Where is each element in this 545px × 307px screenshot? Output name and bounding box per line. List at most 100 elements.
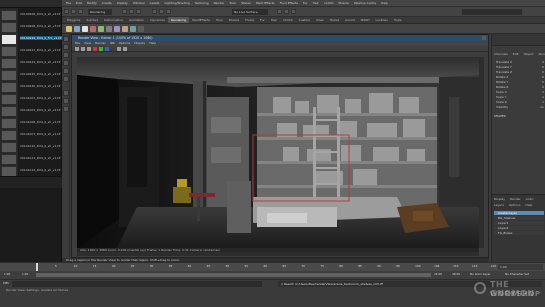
file-list-item[interactable]: 20140930_D04_0_sh_v1.tif: [20, 84, 62, 88]
render-region-icon[interactable]: [81, 47, 85, 51]
render-layer-row[interactable]: masterLayer: [494, 211, 544, 215]
channel-row[interactable]: Scale Z 1: [496, 100, 544, 104]
channel-box-tab[interactable]: Object: [524, 52, 534, 56]
channel-value[interactable]: on: [540, 105, 544, 109]
spot-light-icon[interactable]: [74, 26, 80, 32]
shelf-tab[interactable]: MASH: [358, 17, 373, 23]
menu-item[interactable]: Hair: [311, 1, 321, 5]
file-list-item[interactable]: 20140906_D04_0_sh_v2.tif: [20, 12, 62, 16]
green-channel-icon[interactable]: [99, 47, 103, 51]
character-set-field[interactable]: No Character Set: [505, 272, 529, 276]
shelf-tab[interactable]: Polygons: [64, 17, 83, 23]
save-scene-icon[interactable]: [78, 9, 83, 14]
layout-four-icon[interactable]: [63, 98, 69, 104]
menu-item[interactable]: Muscle: [337, 1, 351, 5]
current-time-field[interactable]: 1.00: [498, 264, 543, 270]
shelf-tab[interactable]: Toon: [213, 17, 226, 23]
image-thumbnail[interactable]: [1, 142, 17, 153]
channel-box-tab[interactable]: Edit: [513, 52, 519, 56]
menu-item[interactable]: Window: [131, 1, 147, 5]
quick-search-input[interactable]: [462, 9, 522, 15]
layer-tab[interactable]: Anim: [526, 197, 534, 201]
file-list-item[interactable]: 20140924_D04_0_sh_v2.tif: [20, 60, 62, 64]
menu-item[interactable]: File: [64, 1, 73, 5]
shelf-tab[interactable]: Dynamics: [147, 17, 168, 23]
live-surface-field[interactable]: No Live Surface: [232, 9, 268, 15]
image-thumbnail[interactable]: [1, 58, 17, 69]
shelf-tab[interactable]: Fur: [257, 17, 268, 23]
file-list-item[interactable]: 20141001_D04_0_sh_v1.tif: [20, 96, 62, 100]
shelf-tab[interactable]: Arnold: [342, 17, 358, 23]
vertical-scrollbar[interactable]: [479, 57, 484, 248]
channel-row[interactable]: Scale X 1: [496, 90, 544, 94]
hypershade-icon[interactable]: [122, 26, 128, 32]
layout-single-icon[interactable]: [63, 90, 69, 96]
image-thumbnail[interactable]: [1, 10, 17, 21]
channel-row[interactable]: Scale Y 1: [496, 95, 544, 99]
menu-item[interactable]: Modify: [85, 1, 99, 5]
menu-item[interactable]: Fluid Effects: [278, 1, 300, 5]
rotate-tool-icon[interactable]: [63, 68, 69, 74]
shelf-tab[interactable]: Bullet: [327, 17, 342, 23]
blue-channel-icon[interactable]: [105, 47, 109, 51]
area-light-icon[interactable]: [82, 26, 88, 32]
ipr-icon[interactable]: [130, 26, 136, 32]
close-icon[interactable]: [482, 36, 486, 40]
image-thumbnail[interactable]: [1, 106, 17, 117]
file-list-item[interactable]: 20140916_D04_0_Fnl_v1.tif: [20, 36, 62, 40]
range-bar[interactable]: [36, 273, 431, 277]
menu-item[interactable]: Assets: [148, 1, 162, 5]
menu-item[interactable]: Help: [379, 1, 390, 5]
layer-tab[interactable]: Display: [494, 197, 505, 201]
playback-start-field[interactable]: 1.00: [22, 272, 28, 276]
menu-item[interactable]: Fur: [301, 1, 310, 5]
channel-value[interactable]: 0: [542, 75, 544, 79]
shelf-tab[interactable]: Subdivs: [83, 17, 101, 23]
channel-value[interactable]: 0: [542, 80, 544, 84]
menu-item[interactable]: Toon: [227, 1, 238, 5]
shelf-tab[interactable]: Custom: [296, 17, 314, 23]
select-tool-icon[interactable]: [63, 36, 69, 42]
channel-value[interactable]: 0: [542, 60, 544, 64]
channel-row[interactable]: Rotate X 0: [496, 75, 544, 79]
shelf-tab[interactable]: Fluids: [242, 17, 257, 23]
channel-row[interactable]: Translate Z 0: [496, 70, 544, 74]
menu-item[interactable]: Edit: [74, 1, 84, 5]
render-layer-row[interactable]: Layer2: [494, 226, 544, 230]
playback-end-field[interactable]: 24.00: [434, 272, 442, 276]
shelf-tab[interactable]: Hair: [268, 17, 280, 23]
file-list-item[interactable]: 20140906_D04_0_sh_v3.tif: [20, 24, 62, 28]
keep-image-icon[interactable]: [117, 47, 121, 51]
shelf-tab[interactable]: Rendering: [168, 17, 190, 23]
file-list-item[interactable]: 20141014_D04_0_sh_v1.tif: [20, 168, 62, 172]
menu-item[interactable]: Render: [212, 1, 227, 5]
end-time-field[interactable]: 48.00: [452, 272, 460, 276]
light-icon[interactable]: [66, 26, 72, 32]
new-scene-icon[interactable]: [64, 9, 69, 14]
menu-item[interactable]: Paint Effects: [254, 1, 277, 5]
menu-item[interactable]: Stereo: [239, 1, 253, 5]
channel-value[interactable]: 0: [542, 65, 544, 69]
channel-value[interactable]: 1: [542, 100, 544, 104]
shelf-tab[interactable]: Muscle: [226, 17, 242, 23]
channel-box-tab[interactable]: Show: [538, 52, 545, 56]
menu-set-dropdown[interactable]: Rendering: [88, 9, 112, 15]
shelf-tab[interactable]: Animation: [126, 17, 147, 23]
file-list-item[interactable]: 20141003_D04_0_sh_v2.tif: [20, 108, 62, 112]
start-time-field[interactable]: 1.00: [4, 272, 10, 276]
shelf-tab[interactable]: nCloth: [280, 17, 296, 23]
render-layer-row[interactable]: BG_Shelves: [494, 216, 544, 220]
layer-menu-item[interactable]: Options: [509, 203, 521, 207]
channel-value[interactable]: 1: [542, 90, 544, 94]
image-thumbnail[interactable]: [1, 34, 17, 45]
file-list-item[interactable]: 20141010_D04_0_sh_v1.tif: [20, 144, 62, 148]
image-thumbnail[interactable]: [1, 94, 17, 105]
anim-layer-field[interactable]: No Anim Layer: [470, 272, 491, 276]
snap-curve-icon[interactable]: [159, 9, 164, 14]
shelf-tab[interactable]: XGen: [313, 17, 327, 23]
file-list-item[interactable]: 20140921_D04_0_sh_v1.tif: [20, 48, 62, 52]
render-icon[interactable]: [114, 26, 120, 32]
camera-icon[interactable]: [90, 26, 96, 32]
image-thumbnail[interactable]: [1, 22, 17, 33]
shelf-tab[interactable]: Lookdev: [372, 17, 391, 23]
